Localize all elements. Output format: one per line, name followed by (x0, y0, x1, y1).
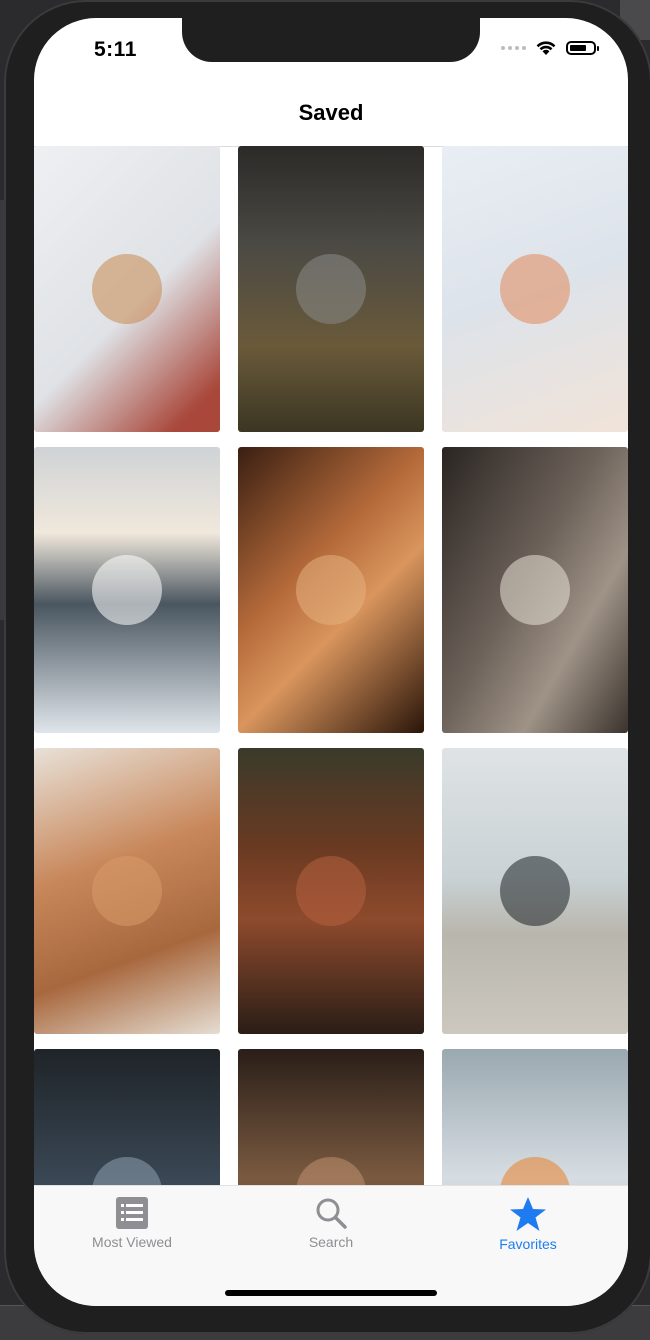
home-indicator (225, 1290, 437, 1296)
photo-subject-shape (92, 856, 162, 926)
photo-subject-shape (500, 555, 570, 625)
tab-bar: Most Viewed Search Favorites (34, 1185, 628, 1306)
photo-subject-shape (92, 1157, 162, 1186)
page-title: Saved (298, 100, 364, 125)
photo-tile-autumn-leaves-mirror[interactable] (238, 748, 424, 1034)
list-icon (116, 1197, 148, 1229)
battery-icon (566, 41, 599, 55)
photo-tile-woman-in-white-dress[interactable] (442, 447, 628, 733)
photo-tile-snowy-mountains[interactable] (34, 447, 220, 733)
photo-subject-shape (296, 1157, 366, 1186)
search-icon (316, 1198, 347, 1229)
photo-subject-shape (500, 1157, 570, 1186)
photo-subject-shape (500, 856, 570, 926)
photo-tile-rip-gravestone[interactable] (238, 146, 424, 432)
cellular-signal-icon (501, 46, 526, 50)
tab-label: Most Viewed (92, 1234, 172, 1250)
photo-subject-shape (296, 254, 366, 324)
photo-tile-stacked-logs[interactable] (238, 447, 424, 733)
photo-subject-shape (296, 555, 366, 625)
tab-label: Favorites (499, 1236, 557, 1252)
photo-tile-fire-escape-stairs[interactable] (238, 1049, 424, 1186)
photo-subject-shape (92, 555, 162, 625)
photo-tile-cloudy-sky-orange-hair[interactable] (442, 1049, 628, 1186)
wifi-icon (536, 41, 556, 55)
phone-frame: 5:11 Saved Most Viewed Search Favorites (4, 0, 650, 1334)
device-notch (182, 18, 480, 62)
photo-tile-latte-art-coffee[interactable] (34, 146, 220, 432)
photo-tile-white-orange-cat[interactable] (442, 146, 628, 432)
status-icons (501, 40, 599, 56)
status-time: 5:11 (94, 38, 137, 61)
photo-grid (34, 146, 628, 1186)
tab-search[interactable]: Search (251, 1196, 411, 1250)
photo-tile-window-interior[interactable] (34, 1049, 220, 1186)
photo-subject-shape (92, 254, 162, 324)
tab-most-viewed[interactable]: Most Viewed (52, 1196, 212, 1250)
star-icon (510, 1197, 546, 1231)
photo-tile-camera-on-beach[interactable] (442, 748, 628, 1034)
tab-label: Search (308, 1234, 354, 1250)
photo-subject-shape (500, 254, 570, 324)
photo-subject-shape (296, 856, 366, 926)
photo-tile-bare-legs[interactable] (34, 748, 220, 1034)
tab-favorites[interactable]: Favorites (448, 1196, 608, 1252)
app-screen: 5:11 Saved Most Viewed Search Favorites (34, 18, 628, 1306)
